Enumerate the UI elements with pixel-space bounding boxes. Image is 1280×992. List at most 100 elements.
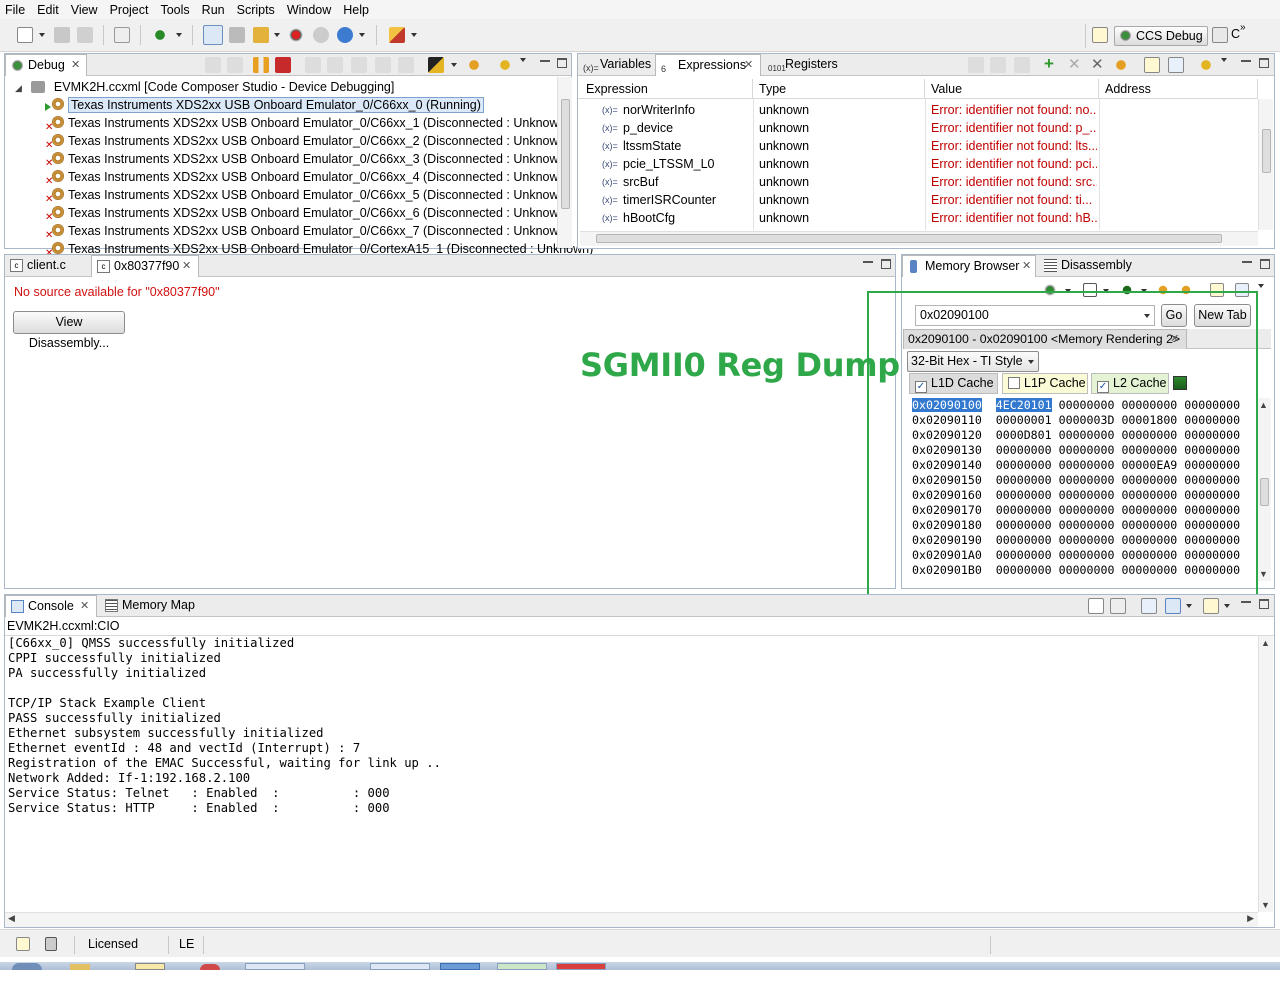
ccs-edit-perspective-icon[interactable] (1212, 27, 1228, 43)
debug-core-row[interactable]: ✕Texas Instruments XDS2xx USB Onboard Em… (45, 168, 570, 187)
view-disassembly-button[interactable]: View Disassembly... (13, 311, 125, 350)
expressions-vscroll[interactable] (1258, 99, 1273, 230)
close-icon[interactable]: ✕ (80, 596, 89, 617)
scroll-down-icon[interactable]: ▼ (1259, 569, 1268, 579)
console-hscroll[interactable]: ◀ ▶ (5, 912, 1258, 927)
layout-icon[interactable] (1014, 57, 1030, 73)
minimize-icon[interactable] (1241, 599, 1251, 603)
scroll-thumb[interactable] (596, 234, 1222, 243)
link-icon[interactable] (990, 57, 1006, 73)
taskbar-app-icon[interactable] (245, 963, 305, 970)
debug-scrollbar[interactable] (557, 77, 572, 248)
clear-console-icon[interactable] (1088, 598, 1104, 614)
pin-console-icon[interactable] (1141, 598, 1157, 614)
scroll-thumb[interactable] (561, 99, 570, 209)
expression-row[interactable]: (x)= p_device unknown Error: identifier not… (578, 119, 1258, 137)
add-expression-icon[interactable]: + (1044, 54, 1054, 74)
tab-variables[interactable]: (x)= Variables (578, 54, 654, 76)
taskbar-app-icon[interactable] (70, 964, 90, 970)
tab-memory-browser[interactable]: Memory Browser ✕ (902, 255, 1036, 277)
breakpoint-icon[interactable] (288, 27, 304, 43)
debug-core-row[interactable]: ✕Texas Instruments XDS2xx USB Onboard Em… (45, 222, 570, 241)
menu-view[interactable]: View (65, 3, 104, 17)
debug-core-row[interactable]: ✕Texas Instruments XDS2xx USB Onboard Em… (45, 132, 570, 151)
tab-debug[interactable]: Debug ✕ (5, 54, 87, 76)
maximize-icon[interactable] (1259, 599, 1269, 609)
taskbar-app-icon[interactable] (135, 963, 165, 970)
menu-project[interactable]: Project (104, 3, 155, 17)
expression-row[interactable]: (x)= timerISRCounter unknown Error: identif… (578, 191, 1258, 209)
tab-registers[interactable]: 0101 Registers (763, 54, 843, 76)
debug-core-row[interactable]: Texas Instruments XDS2xx USB Onboard Emu… (45, 96, 484, 114)
tab-expressions[interactable]: 6 Expressions ✕ (655, 54, 761, 76)
minimize-icon[interactable] (1242, 259, 1252, 263)
tool-icon[interactable] (389, 27, 405, 43)
scroll-up-icon[interactable]: ▲ (1259, 400, 1268, 410)
column-address[interactable]: Address (1099, 79, 1258, 99)
taskbar-app-icon[interactable] (370, 963, 430, 970)
maximize-icon[interactable] (1259, 58, 1269, 68)
console-vscroll[interactable]: ▲ ▼ (1258, 636, 1273, 912)
maximize-icon[interactable] (1260, 259, 1270, 269)
menu-window[interactable]: Window (281, 3, 337, 17)
open-console-icon[interactable] (114, 27, 130, 43)
new-icon[interactable] (17, 27, 33, 43)
chevron-down-icon[interactable] (274, 33, 280, 37)
step-return-icon[interactable] (351, 57, 367, 73)
column-value[interactable]: Value (925, 79, 1099, 99)
disconnect-icon[interactable] (313, 27, 329, 43)
debug-core-row[interactable]: ✕Texas Instruments XDS2xx USB Onboard Em… (45, 114, 570, 133)
view-menu-icon[interactable] (1258, 284, 1264, 288)
taskbar-app-icon[interactable] (200, 964, 220, 970)
menu-run[interactable]: Run (196, 3, 231, 17)
column-type[interactable]: Type (753, 79, 925, 99)
debug-core-row[interactable]: ✕Texas Instruments XDS2xx USB Onboard Em… (45, 204, 570, 223)
load-program-icon[interactable] (253, 27, 269, 43)
collapse-icon[interactable] (968, 57, 984, 73)
remove-all-icon[interactable]: ✕ (1091, 55, 1104, 73)
chevron-down-icon[interactable] (1186, 604, 1192, 608)
maximize-icon[interactable] (881, 259, 891, 269)
ccs-debug-perspective-button[interactable]: CCS Debug (1114, 26, 1208, 46)
tab-client-c[interactable]: c client.c (5, 255, 87, 277)
scroll-thumb[interactable] (1260, 478, 1269, 506)
new-window-icon[interactable] (16, 937, 30, 951)
expression-row[interactable]: (x)= ltssmState unknown Error: identifier n… (578, 137, 1258, 155)
target-icon[interactable] (337, 27, 353, 43)
taskbar-app-icon[interactable] (556, 963, 606, 970)
save-icon[interactable] (54, 27, 70, 43)
column-expression[interactable]: Expression (580, 79, 753, 99)
menu-edit[interactable]: Edit (31, 3, 65, 17)
menu-scripts[interactable]: Scripts (231, 3, 281, 17)
open-console-icon[interactable] (1203, 598, 1219, 614)
tab-address[interactable]: c 0x80377f90 ✕ (91, 255, 199, 277)
view-menu-icon[interactable] (1221, 58, 1227, 62)
minimize-icon[interactable] (540, 58, 550, 62)
pin-icon[interactable] (1168, 57, 1184, 73)
remove-icon[interactable]: ✕ (1068, 55, 1081, 73)
expression-row[interactable]: (x)= hBootCfg unknown Error: identifier not… (578, 209, 1258, 227)
license-icon[interactable] (45, 937, 57, 951)
chevron-down-icon[interactable] (176, 33, 182, 37)
step-over-icon[interactable] (327, 57, 343, 73)
scroll-right-icon[interactable]: ▶ (1247, 913, 1254, 924)
display-console-icon[interactable] (1165, 598, 1181, 614)
view-menu-icon[interactable] (520, 58, 526, 62)
build-icon[interactable] (152, 27, 168, 43)
sync-icon[interactable] (497, 57, 513, 73)
save-all-icon[interactable] (77, 27, 93, 43)
scroll-lock-icon[interactable] (1110, 598, 1126, 614)
close-icon[interactable]: ✕ (71, 55, 80, 76)
taskbar-app-icon[interactable] (440, 963, 480, 970)
tab-disassembly[interactable]: Disassembly (1039, 255, 1139, 277)
terminate-icon[interactable] (275, 57, 291, 73)
restart-icon[interactable] (466, 57, 482, 73)
debug-core-row[interactable]: ✕Texas Instruments XDS2xx USB Onboard Em… (45, 186, 570, 205)
scroll-left-icon[interactable]: ◀ (8, 913, 15, 924)
scroll-up-icon[interactable]: ▲ (1261, 638, 1270, 648)
tab-memory-map[interactable]: Memory Map (100, 595, 200, 617)
chevron-down-icon[interactable] (359, 33, 365, 37)
menu-help[interactable]: Help (337, 3, 375, 17)
debug-core-row[interactable]: ✕Texas Instruments XDS2xx USB Onboard Em… (45, 150, 570, 169)
taskbar-app-icon[interactable] (497, 963, 547, 970)
